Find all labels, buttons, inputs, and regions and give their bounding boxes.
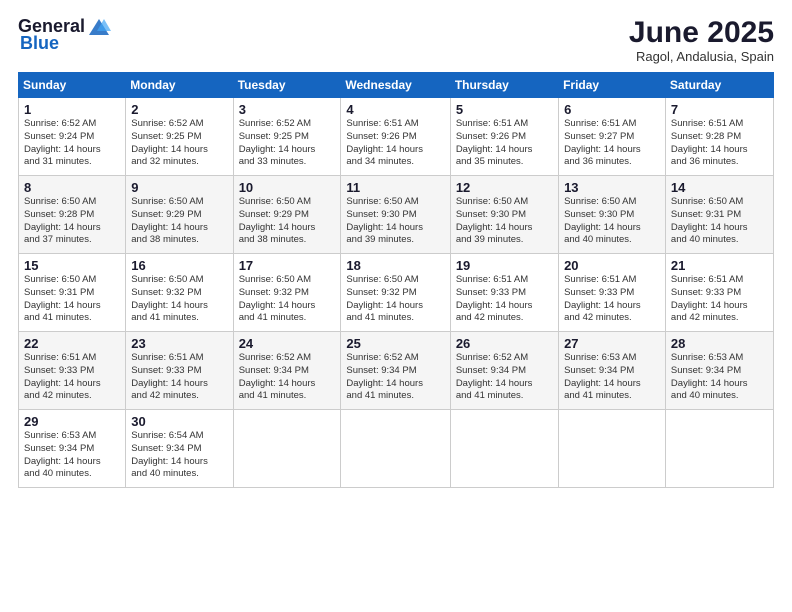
table-row: 9Sunrise: 6:50 AMSunset: 9:29 PMDaylight…: [126, 176, 233, 254]
header-sunday: Sunday: [19, 73, 126, 98]
header: General Blue June 2025 Ragol, Andalusia,…: [18, 16, 774, 64]
table-row: 14Sunrise: 6:50 AMSunset: 9:31 PMDayligh…: [665, 176, 773, 254]
page: General Blue June 2025 Ragol, Andalusia,…: [0, 0, 792, 612]
table-row: [559, 410, 666, 488]
logo-blue: Blue: [20, 33, 59, 54]
table-row: 21Sunrise: 6:51 AMSunset: 9:33 PMDayligh…: [665, 254, 773, 332]
logo: General Blue: [18, 16, 113, 54]
table-row: 29Sunrise: 6:53 AMSunset: 9:34 PMDayligh…: [19, 410, 126, 488]
table-row: 24Sunrise: 6:52 AMSunset: 9:34 PMDayligh…: [233, 332, 341, 410]
table-row: 13Sunrise: 6:50 AMSunset: 9:30 PMDayligh…: [559, 176, 666, 254]
table-row: 5Sunrise: 6:51 AMSunset: 9:26 PMDaylight…: [450, 98, 558, 176]
table-row: 12Sunrise: 6:50 AMSunset: 9:30 PMDayligh…: [450, 176, 558, 254]
table-row: 2Sunrise: 6:52 AMSunset: 9:25 PMDaylight…: [126, 98, 233, 176]
header-saturday: Saturday: [665, 73, 773, 98]
header-wednesday: Wednesday: [341, 73, 450, 98]
table-row: 22Sunrise: 6:51 AMSunset: 9:33 PMDayligh…: [19, 332, 126, 410]
table-row: 15Sunrise: 6:50 AMSunset: 9:31 PMDayligh…: [19, 254, 126, 332]
table-row: 26Sunrise: 6:52 AMSunset: 9:34 PMDayligh…: [450, 332, 558, 410]
header-row: Sunday Monday Tuesday Wednesday Thursday…: [19, 73, 774, 98]
table-row: 4Sunrise: 6:51 AMSunset: 9:26 PMDaylight…: [341, 98, 450, 176]
table-row: 28Sunrise: 6:53 AMSunset: 9:34 PMDayligh…: [665, 332, 773, 410]
table-row: [233, 410, 341, 488]
table-row: 23Sunrise: 6:51 AMSunset: 9:33 PMDayligh…: [126, 332, 233, 410]
table-row: 7Sunrise: 6:51 AMSunset: 9:28 PMDaylight…: [665, 98, 773, 176]
table-row: 17Sunrise: 6:50 AMSunset: 9:32 PMDayligh…: [233, 254, 341, 332]
header-monday: Monday: [126, 73, 233, 98]
table-row: 3Sunrise: 6:52 AMSunset: 9:25 PMDaylight…: [233, 98, 341, 176]
table-row: 30Sunrise: 6:54 AMSunset: 9:34 PMDayligh…: [126, 410, 233, 488]
header-tuesday: Tuesday: [233, 73, 341, 98]
table-row: [341, 410, 450, 488]
table-row: 8Sunrise: 6:50 AMSunset: 9:28 PMDaylight…: [19, 176, 126, 254]
table-row: 1Sunrise: 6:52 AMSunset: 9:24 PMDaylight…: [19, 98, 126, 176]
table-row: 10Sunrise: 6:50 AMSunset: 9:29 PMDayligh…: [233, 176, 341, 254]
table-row: 16Sunrise: 6:50 AMSunset: 9:32 PMDayligh…: [126, 254, 233, 332]
location: Ragol, Andalusia, Spain: [629, 49, 774, 64]
table-row: 18Sunrise: 6:50 AMSunset: 9:32 PMDayligh…: [341, 254, 450, 332]
month-title: June 2025: [629, 16, 774, 49]
table-row: 11Sunrise: 6:50 AMSunset: 9:30 PMDayligh…: [341, 176, 450, 254]
calendar-table: Sunday Monday Tuesday Wednesday Thursday…: [18, 72, 774, 488]
table-row: 20Sunrise: 6:51 AMSunset: 9:33 PMDayligh…: [559, 254, 666, 332]
header-friday: Friday: [559, 73, 666, 98]
title-block: June 2025 Ragol, Andalusia, Spain: [629, 16, 774, 64]
table-row: [450, 410, 558, 488]
table-row: 25Sunrise: 6:52 AMSunset: 9:34 PMDayligh…: [341, 332, 450, 410]
table-row: 6Sunrise: 6:51 AMSunset: 9:27 PMDaylight…: [559, 98, 666, 176]
logo-icon: [87, 17, 111, 37]
table-row: 27Sunrise: 6:53 AMSunset: 9:34 PMDayligh…: [559, 332, 666, 410]
table-row: [665, 410, 773, 488]
table-row: 19Sunrise: 6:51 AMSunset: 9:33 PMDayligh…: [450, 254, 558, 332]
header-thursday: Thursday: [450, 73, 558, 98]
